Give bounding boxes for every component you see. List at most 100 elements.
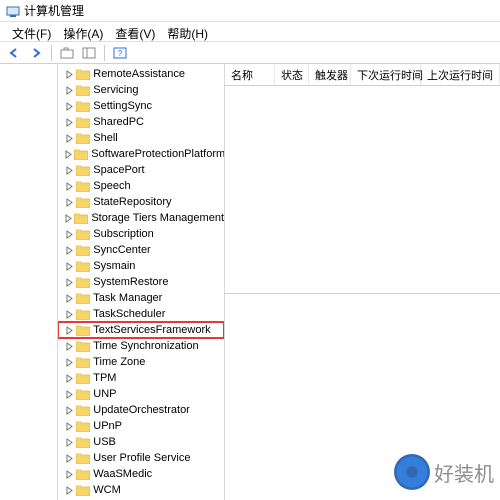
detail-pane bbox=[225, 294, 500, 500]
folder-icon bbox=[76, 181, 90, 192]
titlebar: 计算机管理 bbox=[0, 0, 500, 22]
tree-item-label: WCM bbox=[93, 484, 121, 496]
expand-icon[interactable] bbox=[64, 277, 75, 288]
expand-icon[interactable] bbox=[64, 69, 75, 80]
folder-icon bbox=[76, 309, 90, 320]
tree-item[interactable]: Storage Tiers Management bbox=[58, 210, 224, 226]
expand-icon[interactable] bbox=[64, 149, 73, 160]
show-hide-button[interactable] bbox=[79, 44, 99, 62]
back-button[interactable] bbox=[4, 44, 24, 62]
expand-icon[interactable] bbox=[64, 437, 75, 448]
left-pane bbox=[0, 64, 58, 500]
tree-item[interactable]: SyncCenter bbox=[58, 242, 224, 258]
tree-item[interactable]: SpacePort bbox=[58, 162, 224, 178]
tree-item[interactable]: SoftwareProtectionPlatform bbox=[58, 146, 224, 162]
tree-item[interactable]: Time Zone bbox=[58, 354, 224, 370]
tree-item[interactable]: SystemRestore bbox=[58, 274, 224, 290]
col-name[interactable]: 名称 bbox=[225, 64, 275, 85]
tree-item-label: RemoteAssistance bbox=[93, 68, 185, 80]
tree-item[interactable]: SharedPC bbox=[58, 114, 224, 130]
expand-icon[interactable] bbox=[64, 261, 75, 272]
tree-item[interactable]: Sysmain bbox=[58, 258, 224, 274]
tree-item-label: Time Synchronization bbox=[93, 340, 198, 352]
expand-icon[interactable] bbox=[64, 341, 75, 352]
expand-icon[interactable] bbox=[64, 229, 75, 240]
tree-item-label: SettingSync bbox=[93, 100, 152, 112]
folder-icon bbox=[76, 357, 90, 368]
expand-icon[interactable] bbox=[64, 309, 75, 320]
tree-pane[interactable]: RemoteAssistance Servicing SettingSync Shar… bbox=[58, 64, 225, 500]
tree-item[interactable]: Time Synchronization bbox=[58, 338, 224, 354]
folder-icon bbox=[76, 437, 90, 448]
tree-item[interactable]: TaskScheduler bbox=[58, 306, 224, 322]
svg-text:?: ? bbox=[118, 49, 123, 58]
expand-icon[interactable] bbox=[64, 453, 75, 464]
expand-icon[interactable] bbox=[64, 373, 75, 384]
folder-icon bbox=[76, 85, 90, 96]
tree-item[interactable]: Shell bbox=[58, 130, 224, 146]
content-area: RemoteAssistance Servicing SettingSync Shar… bbox=[0, 64, 500, 500]
tree-item-label: Sysmain bbox=[93, 260, 135, 272]
tree-item[interactable]: Subscription bbox=[58, 226, 224, 242]
tree-item[interactable]: WaaSMedic bbox=[58, 466, 224, 482]
menu-action[interactable]: 操作(A) bbox=[57, 24, 109, 39]
tree-item[interactable]: Speech bbox=[58, 178, 224, 194]
menu-help[interactable]: 帮助(H) bbox=[161, 24, 214, 39]
menu-view[interactable]: 查看(V) bbox=[109, 24, 161, 39]
tree-item-label: SystemRestore bbox=[93, 276, 168, 288]
tree-item-label: Servicing bbox=[93, 84, 138, 96]
expand-icon[interactable] bbox=[64, 405, 75, 416]
col-lastrun[interactable]: 上次运行时间 bbox=[421, 64, 500, 85]
folder-icon bbox=[76, 373, 90, 384]
expand-icon[interactable] bbox=[64, 133, 75, 144]
expand-icon[interactable] bbox=[64, 389, 75, 400]
tree-item[interactable]: TPM bbox=[58, 370, 224, 386]
folder-icon bbox=[74, 149, 88, 160]
col-nextrun[interactable]: 下次运行时间 bbox=[351, 64, 421, 85]
expand-icon[interactable] bbox=[64, 165, 75, 176]
window-title: 计算机管理 bbox=[24, 2, 84, 19]
tree-item[interactable]: UpdateOrchestrator bbox=[58, 402, 224, 418]
tree-item-label: TPM bbox=[93, 372, 116, 384]
folder-icon bbox=[76, 133, 90, 144]
tree-item[interactable]: UNP bbox=[58, 386, 224, 402]
col-trigger[interactable]: 触发器 bbox=[309, 64, 351, 85]
tree-item-label: User Profile Service bbox=[93, 452, 190, 464]
tree-item[interactable]: Task Manager bbox=[58, 290, 224, 306]
col-status[interactable]: 状态 bbox=[275, 64, 309, 85]
help-button[interactable]: ? bbox=[110, 44, 130, 62]
expand-icon[interactable] bbox=[64, 85, 75, 96]
tree-item[interactable]: TextServicesFramework bbox=[58, 322, 224, 338]
tree-item-label: WaaSMedic bbox=[93, 468, 152, 480]
expand-icon[interactable] bbox=[64, 101, 75, 112]
tree-item[interactable]: USB bbox=[58, 434, 224, 450]
tree-item[interactable]: UPnP bbox=[58, 418, 224, 434]
expand-icon[interactable] bbox=[64, 197, 75, 208]
folder-icon bbox=[76, 277, 90, 288]
expand-icon[interactable] bbox=[64, 325, 75, 336]
menu-file[interactable]: 文件(F) bbox=[6, 24, 57, 39]
expand-icon[interactable] bbox=[64, 245, 75, 256]
expand-icon[interactable] bbox=[64, 181, 75, 192]
expand-icon[interactable] bbox=[64, 469, 75, 480]
up-button[interactable] bbox=[57, 44, 77, 62]
right-pane: 名称 状态 触发器 下次运行时间 上次运行时间 bbox=[225, 64, 500, 500]
list-body[interactable] bbox=[225, 86, 500, 294]
tree-item[interactable]: StateRepository bbox=[58, 194, 224, 210]
expand-icon[interactable] bbox=[64, 213, 73, 224]
tree-item[interactable]: RemoteAssistance bbox=[58, 66, 224, 82]
forward-button[interactable] bbox=[26, 44, 46, 62]
tree-item[interactable]: User Profile Service bbox=[58, 450, 224, 466]
expand-icon[interactable] bbox=[64, 485, 75, 496]
tree-item-label: Storage Tiers Management bbox=[91, 212, 224, 224]
expand-icon[interactable] bbox=[64, 421, 75, 432]
tree-item[interactable]: SettingSync bbox=[58, 98, 224, 114]
toolbar-separator bbox=[51, 45, 52, 61]
tree-item[interactable]: Servicing bbox=[58, 82, 224, 98]
expand-icon[interactable] bbox=[64, 117, 75, 128]
folder-icon bbox=[76, 469, 90, 480]
expand-icon[interactable] bbox=[64, 357, 75, 368]
expand-icon[interactable] bbox=[64, 293, 75, 304]
folder-icon bbox=[76, 261, 90, 272]
tree-item[interactable]: WCM bbox=[58, 482, 224, 498]
